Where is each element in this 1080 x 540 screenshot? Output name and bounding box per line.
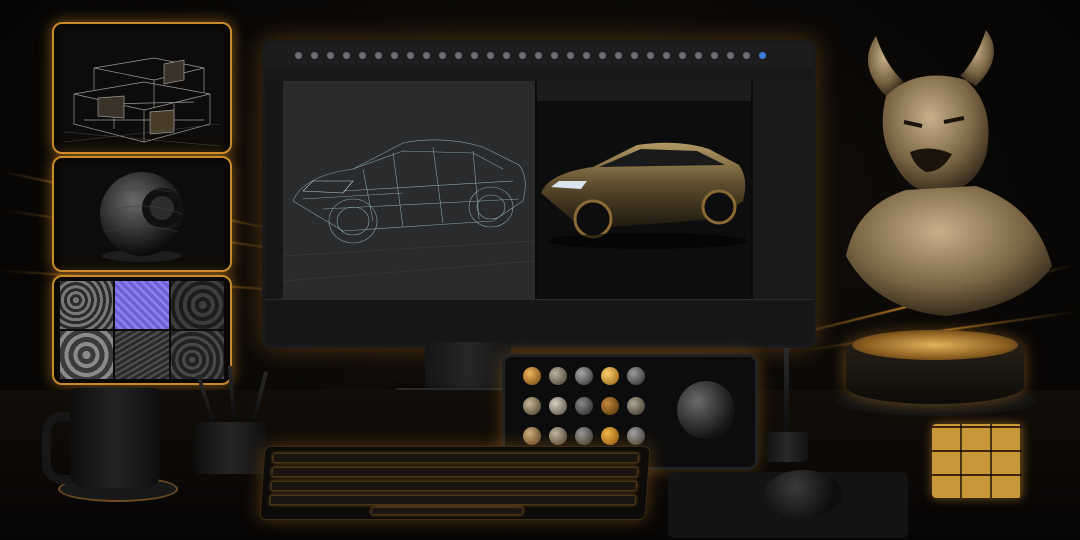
material-sphere[interactable] [549,367,567,385]
tool-icon[interactable] [583,52,590,59]
keyboard-key-row[interactable] [270,481,638,491]
render-viewport[interactable] [537,101,751,299]
tool-icon[interactable] [439,52,446,59]
material-preview-sphere [677,381,735,439]
tool-icon[interactable] [743,52,750,59]
material-sphere[interactable] [627,427,645,445]
normal-map-tile [115,281,169,329]
tool-icon[interactable] [487,52,494,59]
tool-icon[interactable] [519,52,526,59]
tool-icon[interactable] [471,52,478,59]
spacebar[interactable] [370,507,524,515]
texture-tile [60,331,114,379]
keyboard-key-row[interactable] [269,495,637,505]
material-sphere[interactable] [549,397,567,415]
tool-icon[interactable] [327,52,334,59]
render-viewport-header [537,81,751,101]
tool-icon[interactable] [343,52,350,59]
tool-icon[interactable] [759,52,766,59]
texture-tile [170,281,224,329]
tool-icon[interactable] [551,52,558,59]
tool-icon[interactable] [599,52,606,59]
wireframe-house-panel [52,22,232,154]
material-sphere[interactable] [601,367,619,385]
keyboard-key-row[interactable] [272,453,640,463]
pencil-cup [196,422,266,474]
texture-tile [115,331,169,379]
monitor-screen [262,40,816,348]
tool-icon[interactable] [647,52,654,59]
material-sphere[interactable] [601,427,619,445]
3d-artist-workspace [0,0,1080,540]
tool-icon[interactable] [503,52,510,59]
tool-icon[interactable] [359,52,366,59]
stylus [784,348,789,436]
tool-icon[interactable] [391,52,398,59]
timeline[interactable] [265,299,813,345]
tool-icon[interactable] [535,52,542,59]
stylus-holder [766,432,808,462]
material-sphere[interactable] [523,427,541,445]
outliner-panel[interactable] [753,81,813,299]
material-sphere[interactable] [627,367,645,385]
texture-tile [60,281,114,329]
mouse[interactable] [764,470,842,518]
monitor-stand [425,342,511,392]
tool-icon[interactable] [455,52,462,59]
tool-icon[interactable] [631,52,638,59]
texture-tile [170,331,224,379]
tool-icon[interactable] [375,52,382,59]
tool-icon[interactable] [615,52,622,59]
material-sphere[interactable] [575,397,593,415]
tool-icon[interactable] [567,52,574,59]
tool-icon[interactable] [295,52,302,59]
keyboard-key-row[interactable] [271,467,639,477]
tool-icon[interactable] [711,52,718,59]
wireframe-car-icon [282,139,536,282]
material-sphere[interactable] [523,397,541,415]
material-sphere[interactable] [523,367,541,385]
tool-icon[interactable] [423,52,430,59]
house-icon [63,57,221,147]
wireframe-viewport[interactable] [282,81,536,299]
material-library-grid[interactable] [523,367,673,457]
rubiks-cube [932,424,1022,498]
coffee-mug [70,388,160,488]
tool-icon[interactable] [695,52,702,59]
texture-maps-panel [52,275,232,385]
app-toolbar [265,43,813,68]
demon-bust-sculpture [846,30,1052,316]
material-sphere[interactable] [575,367,593,385]
material-sphere[interactable] [549,427,567,445]
tool-icon[interactable] [311,52,318,59]
material-sphere-panel [52,156,232,272]
tool-icon[interactable] [407,52,414,59]
tool-icon[interactable] [727,52,734,59]
material-sphere[interactable] [575,427,593,445]
tool-icon[interactable] [663,52,670,59]
material-sphere[interactable] [601,397,619,415]
keyboard[interactable] [259,446,651,520]
texture-grid-icon [60,281,224,379]
rendered-car-icon [541,142,747,249]
tool-palette[interactable] [265,81,283,301]
app-subtoolbar [265,67,813,81]
material-sphere[interactable] [627,397,645,415]
pedestal-light-ring [852,330,1018,360]
sphere-icon [100,172,184,262]
tool-icon[interactable] [679,52,686,59]
